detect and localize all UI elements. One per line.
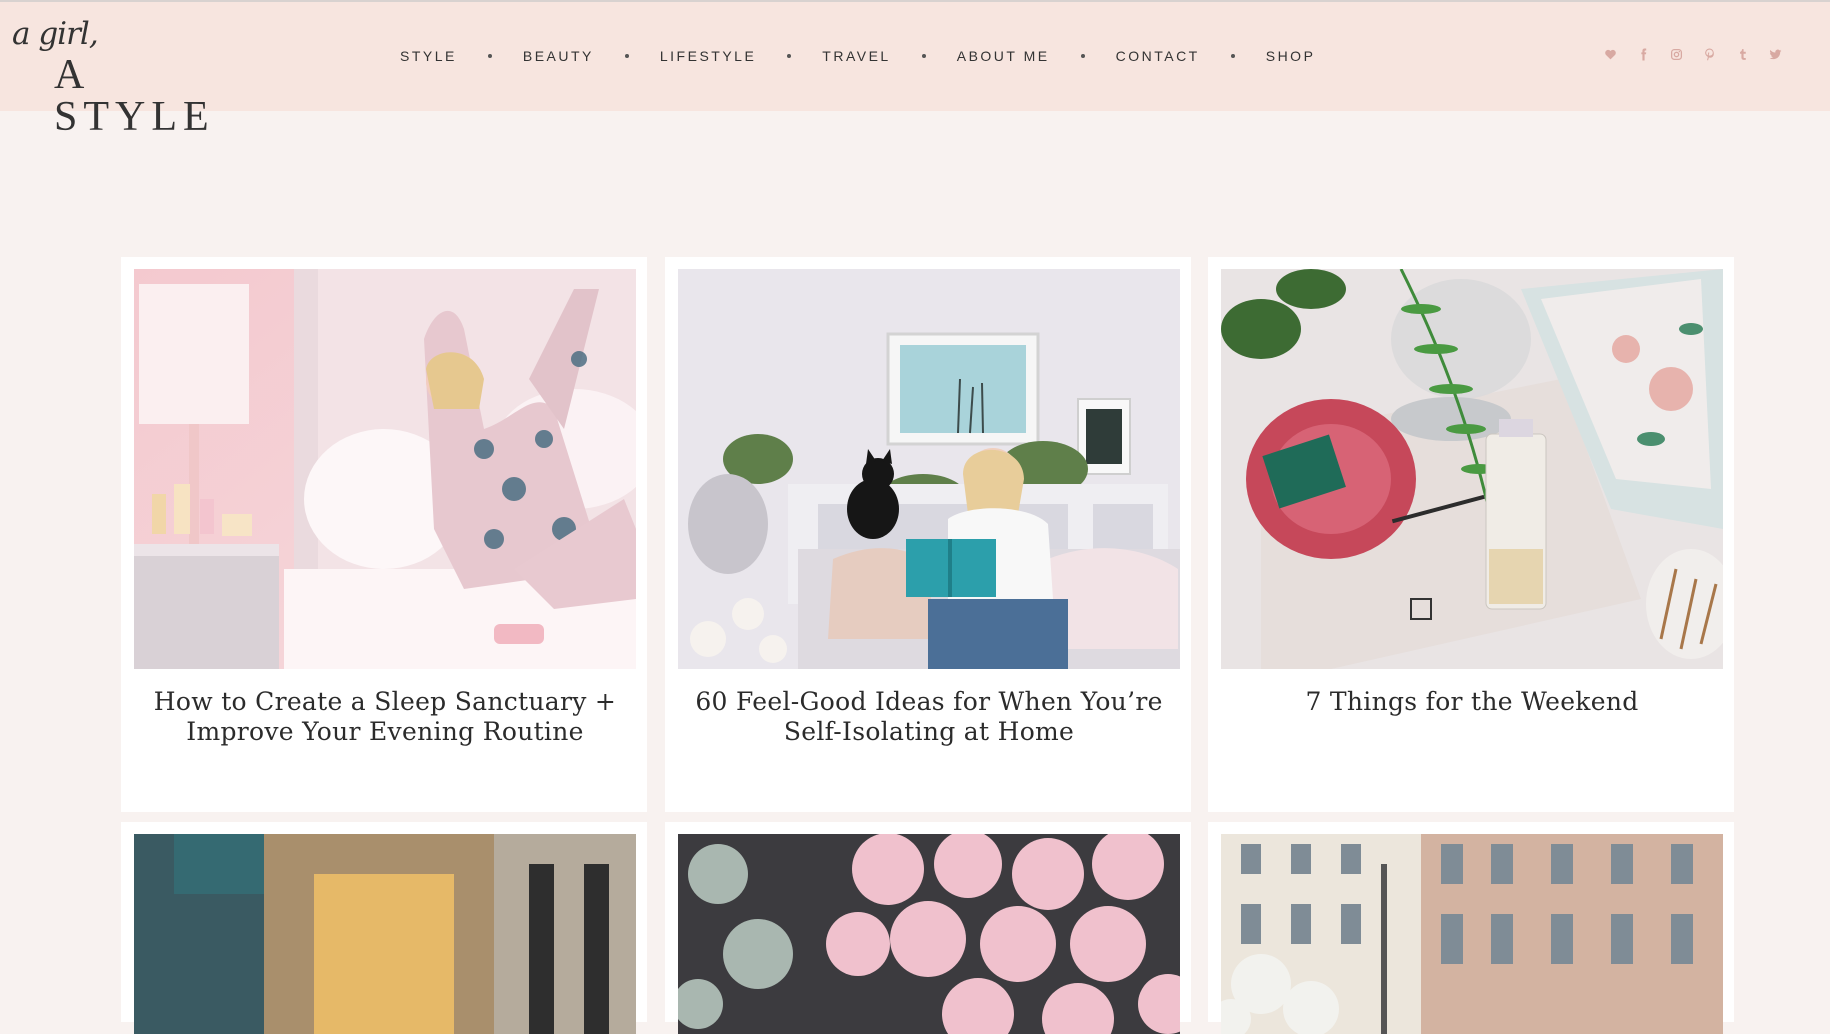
post-card[interactable]: [665, 822, 1191, 1034]
main-nav: STYLE BEAUTY LIFESTYLE TRAVEL ABOUT ME C…: [400, 48, 1315, 64]
post-title[interactable]: 60 Feel-Good Ideas for When You’re Self-…: [678, 687, 1180, 747]
post-image-self-isolating[interactable]: [678, 269, 1180, 669]
post-card[interactable]: [121, 822, 647, 1034]
post-card[interactable]: 60 Feel-Good Ideas for When You’re Self-…: [665, 257, 1191, 812]
nav-shop[interactable]: SHOP: [1266, 48, 1316, 64]
twitter-icon[interactable]: [1768, 48, 1783, 63]
instagram-icon[interactable]: [1669, 48, 1684, 63]
post-title[interactable]: 7 Things for the Weekend: [1221, 687, 1723, 717]
post-image-roses[interactable]: [678, 834, 1180, 1034]
post-card[interactable]: 7 Things for the Weekend: [1208, 257, 1734, 812]
logo-script-text: a girl,: [12, 16, 99, 52]
nav-separator: [787, 54, 792, 58]
heart-icon[interactable]: [1603, 48, 1618, 63]
post-image-weekend[interactable]: [1221, 269, 1723, 669]
nav-contact[interactable]: CONTACT: [1116, 48, 1200, 64]
nav-lifestyle[interactable]: LIFESTYLE: [660, 48, 756, 64]
post-card[interactable]: [1208, 822, 1734, 1034]
nav-separator: [1230, 54, 1235, 58]
post-image-sleep-sanctuary[interactable]: [134, 269, 636, 669]
nav-about-me[interactable]: ABOUT ME: [957, 48, 1050, 64]
nav-separator: [487, 54, 492, 58]
tumblr-icon[interactable]: [1735, 48, 1750, 63]
nav-separator: [624, 54, 629, 58]
facebook-icon[interactable]: [1636, 48, 1651, 63]
site-logo[interactable]: a girl, A STYLE: [12, 16, 252, 138]
nav-style[interactable]: STYLE: [400, 48, 457, 64]
nav-travel[interactable]: TRAVEL: [822, 48, 890, 64]
nav-beauty[interactable]: BEAUTY: [523, 48, 594, 64]
logo-main-text: A STYLE: [54, 52, 215, 140]
post-card[interactable]: How to Create a Sleep Sanctuary + Improv…: [121, 257, 647, 812]
post-image-hotel[interactable]: [134, 834, 636, 1034]
post-title[interactable]: How to Create a Sleep Sanctuary + Improv…: [134, 687, 636, 747]
site-header: a girl, A STYLE STYLE BEAUTY LIFESTYLE T…: [0, 2, 1830, 138]
social-links: [1603, 48, 1783, 63]
nav-separator: [921, 54, 926, 58]
pinterest-icon[interactable]: [1702, 48, 1717, 63]
nav-separator: [1080, 54, 1085, 58]
post-image-paris[interactable]: [1221, 834, 1723, 1034]
